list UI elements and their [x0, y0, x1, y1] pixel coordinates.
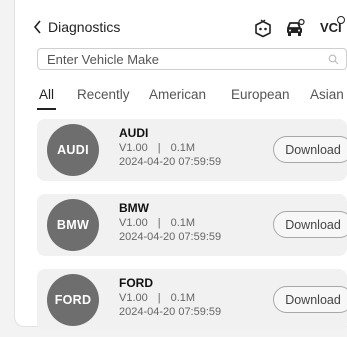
header-bar: Diagnostics VCI — [15, 16, 347, 40]
version-text: V1.00 — [119, 217, 148, 229]
brand-logo: BMW — [47, 199, 99, 251]
size-text: 0.1M — [170, 217, 196, 229]
timestamp-text: 2024-04-20 07:59:59 — [119, 231, 222, 243]
brand-name: FORD — [119, 276, 153, 290]
brand-logo: FORD — [47, 274, 99, 326]
vehicle-card-ford: FORD FORD V1.00 | 0.1M 2024-04-20 07:59:59… — [37, 269, 347, 331]
region-tabs: All Recently American European Asian — [36, 87, 347, 110]
separator: | — [157, 292, 161, 304]
download-button[interactable]: Download — [273, 136, 347, 163]
search-field[interactable] — [37, 48, 347, 70]
tab-recently[interactable]: Recently — [77, 87, 130, 102]
diagnostics-panel: Diagnostics VCI Enter Vehicle Make All R… — [14, 0, 347, 331]
tab-asian[interactable]: Asian — [310, 87, 344, 102]
chevron-left-icon — [33, 20, 41, 34]
search-icon[interactable] — [328, 54, 339, 65]
separator: | — [157, 142, 161, 154]
search-input[interactable] — [47, 51, 317, 67]
vehicle-card-audi: AUDI AUDI V1.00 | 0.1M 2024-04-20 07:59:59… — [37, 119, 347, 181]
vehicle-card-bmw: BMW BMW V1.00 | 0.1M 2024-04-20 07:59:59 D… — [37, 194, 347, 256]
back-button[interactable]: Diagnostics — [33, 19, 120, 35]
timestamp-text: 2024-04-20 07:59:59 — [119, 306, 222, 318]
timestamp-text: 2024-04-20 07:59:59 — [119, 156, 222, 168]
size-text: 0.1M — [170, 292, 196, 304]
tab-american[interactable]: American — [149, 87, 206, 102]
package-info: V1.00 | 0.1M 2024-04-20 07:59:59 — [119, 216, 221, 244]
version-text: V1.00 — [119, 142, 148, 154]
package-info: V1.00 | 0.1M 2024-04-20 07:59:59 — [119, 291, 221, 319]
car-icon[interactable] — [285, 18, 305, 38]
brand-name: BMW — [119, 201, 149, 215]
tab-all[interactable]: All — [36, 87, 57, 110]
vci-status-button[interactable]: VCI — [320, 16, 345, 35]
package-info: V1.00 | 0.1M 2024-04-20 07:59:59 — [119, 141, 221, 169]
page-title: Diagnostics — [48, 19, 121, 35]
download-button[interactable]: Download — [273, 286, 347, 313]
vci-connection-dot-icon — [337, 16, 345, 24]
version-text: V1.00 — [119, 292, 148, 304]
separator: | — [157, 217, 161, 229]
brand-logo: AUDI — [47, 124, 99, 176]
robot-icon[interactable] — [253, 18, 273, 38]
download-button[interactable]: Download — [273, 211, 347, 238]
brand-name: AUDI — [119, 126, 149, 140]
size-text: 0.1M — [170, 142, 196, 154]
tab-european[interactable]: European — [231, 87, 290, 102]
